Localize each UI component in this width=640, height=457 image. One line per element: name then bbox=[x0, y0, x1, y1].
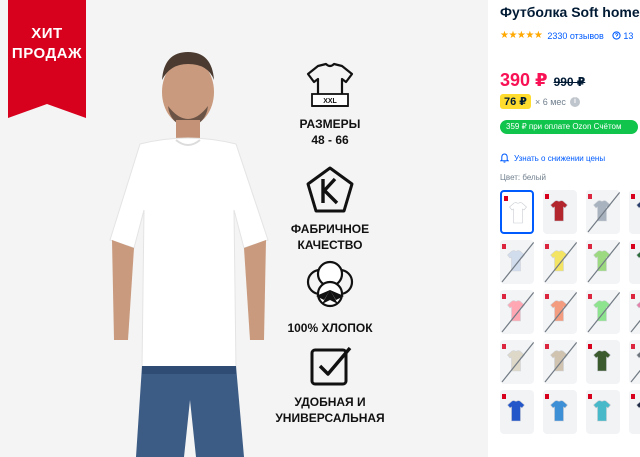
questions-link[interactable]: 13 bbox=[612, 30, 634, 41]
color-swatch[interactable] bbox=[500, 290, 534, 334]
feature-universal-line2: УНИВЕРСАЛЬНАЯ bbox=[275, 411, 385, 425]
color-swatch[interactable] bbox=[543, 290, 577, 334]
unavailable-strike bbox=[544, 291, 577, 333]
installment-row[interactable]: 76 ₽ × 6 мес i bbox=[500, 94, 580, 109]
color-swatch[interactable] bbox=[586, 240, 620, 284]
size-chart-label: XXL bbox=[323, 98, 337, 105]
feature-sizes-value: 48 - 66 bbox=[311, 133, 349, 147]
current-price: 390 ₽ bbox=[500, 70, 548, 90]
unavailable-strike bbox=[587, 241, 620, 283]
unavailable-strike bbox=[501, 291, 534, 333]
price-row: 390 ₽ 990 ₽ bbox=[500, 70, 585, 91]
color-swatch[interactable] bbox=[586, 390, 620, 434]
color-swatch[interactable] bbox=[500, 340, 534, 384]
bell-icon bbox=[500, 153, 509, 163]
feature-quality-line2: КАЧЕСТВО bbox=[297, 238, 363, 252]
color-swatch[interactable] bbox=[500, 190, 534, 234]
product-image[interactable]: ХИТ ПРОДАЖ XXL РАЗМЕРЫ 48 - 66 ФАБРИЧНОЕ… bbox=[0, 0, 488, 457]
price-drop-notify-link[interactable]: Узнать о снижении цены bbox=[500, 153, 605, 163]
swatch-tag bbox=[545, 394, 549, 399]
feature-quality-line1: ФАБРИЧНОЕ bbox=[290, 222, 370, 236]
feature-cotton: 100% ХЛОПОК bbox=[264, 260, 396, 336]
color-swatch[interactable] bbox=[629, 390, 640, 434]
swatch-tag bbox=[588, 394, 592, 399]
badge-line2: ПРОДАЖ bbox=[11, 45, 83, 62]
model-photo bbox=[109, 52, 269, 457]
installment-term: × 6 мес bbox=[534, 96, 566, 107]
question-icon bbox=[612, 30, 621, 40]
unavailable-strike bbox=[501, 241, 534, 283]
swatch-tag bbox=[588, 344, 592, 349]
feature-sizes: XXL РАЗМЕРЫ 48 - 66 bbox=[264, 60, 396, 148]
product-info: Футболка Soft home ★★★★★ 2330 отзывов 13… bbox=[500, 0, 640, 457]
tshirt-icon bbox=[636, 201, 640, 209]
color-swatch[interactable] bbox=[629, 190, 640, 234]
tshirt-icon bbox=[550, 200, 568, 222]
unavailable-strike bbox=[630, 369, 640, 383]
checkbox-icon bbox=[310, 346, 352, 386]
color-swatch[interactable] bbox=[543, 340, 577, 384]
info-icon[interactable]: i bbox=[569, 96, 580, 107]
feature-universal-line1: УДОБНАЯ И bbox=[294, 395, 366, 409]
unavailable-strike bbox=[501, 341, 534, 383]
bestseller-badge: ХИТ ПРОДАЖ bbox=[8, 0, 86, 118]
reviews-link[interactable]: 2330 отзывов bbox=[547, 31, 604, 41]
swatch-tag bbox=[545, 194, 549, 199]
tshirt-icon bbox=[593, 350, 611, 372]
installment-amount: 76 ₽ bbox=[500, 94, 531, 109]
swatch-tag bbox=[502, 394, 506, 399]
color-swatch[interactable] bbox=[543, 390, 577, 434]
color-swatch[interactable] bbox=[543, 240, 577, 284]
badge-line1: ХИТ bbox=[31, 25, 63, 42]
swatch-tag bbox=[631, 244, 635, 249]
tshirt-icon bbox=[593, 400, 611, 422]
unavailable-strike bbox=[630, 319, 640, 333]
quality-k-icon bbox=[306, 166, 354, 213]
color-swatch[interactable] bbox=[586, 190, 620, 234]
card-offer-badge[interactable]: 359 ₽ при оплате Ozon Счётом bbox=[500, 120, 638, 134]
product-page: ХИТ ПРОДАЖ XXL РАЗМЕРЫ 48 - 66 ФАБРИЧНОЕ… bbox=[0, 0, 640, 457]
tshirt-icon bbox=[550, 400, 568, 422]
rating-stars: ★★★★★ bbox=[500, 30, 543, 41]
cotton-flower-icon bbox=[306, 260, 354, 308]
unavailable-strike bbox=[544, 341, 577, 383]
feature-sizes-title: РАЗМЕРЫ bbox=[299, 117, 361, 131]
questions-count: 13 bbox=[623, 30, 634, 41]
swatch-tag bbox=[631, 394, 635, 399]
tshirt-icon bbox=[636, 251, 640, 259]
color-label: Цвет: белый bbox=[500, 173, 546, 182]
color-swatch[interactable] bbox=[586, 340, 620, 384]
unavailable-strike bbox=[544, 241, 577, 283]
color-swatch[interactable] bbox=[629, 240, 640, 284]
tshirt-size-icon: XXL bbox=[306, 62, 354, 107]
notify-text: Узнать о снижении цены bbox=[514, 153, 606, 163]
swatch-tag bbox=[504, 196, 508, 201]
feature-universal: УДОБНАЯ И УНИВЕРСАЛЬНАЯ bbox=[264, 342, 396, 426]
color-swatch[interactable] bbox=[629, 340, 640, 384]
color-swatch[interactable] bbox=[586, 290, 620, 334]
unavailable-strike bbox=[587, 291, 620, 333]
tshirt-icon bbox=[636, 401, 640, 409]
color-swatch[interactable] bbox=[543, 190, 577, 234]
color-swatch[interactable] bbox=[500, 240, 534, 284]
swatch-tag bbox=[631, 194, 635, 199]
tshirt-icon bbox=[507, 400, 525, 422]
color-swatch[interactable] bbox=[629, 290, 640, 334]
tshirt-icon bbox=[509, 202, 527, 224]
feature-cotton-text: 100% ХЛОПОК bbox=[287, 321, 373, 335]
color-swatch[interactable] bbox=[500, 390, 534, 434]
product-title: Футболка Soft home bbox=[500, 4, 640, 20]
rating-row[interactable]: ★★★★★ 2330 отзывов 13 bbox=[500, 30, 633, 41]
unavailable-strike bbox=[587, 191, 620, 233]
old-price: 990 ₽ bbox=[553, 75, 586, 89]
feature-quality: ФАБРИЧНОЕ КАЧЕСТВО bbox=[264, 165, 396, 253]
